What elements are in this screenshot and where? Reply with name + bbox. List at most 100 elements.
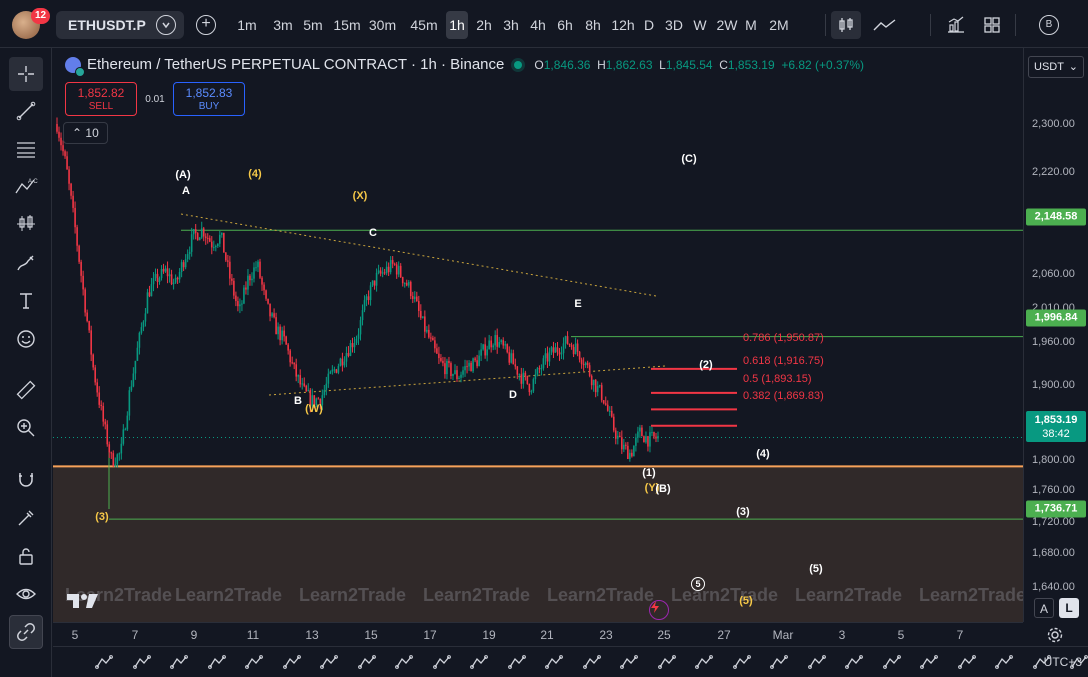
profile-badge[interactable]: B	[1038, 11, 1060, 39]
sell-button[interactable]: 1,852.82 SELL	[65, 82, 137, 116]
timeframe-W[interactable]: W	[690, 11, 710, 39]
polyline-icon[interactable]	[656, 651, 678, 673]
candle-body	[474, 358, 476, 361]
pattern-icon[interactable]	[881, 651, 903, 673]
compare-icon[interactable]	[156, 15, 176, 35]
wave-impulse-icon[interactable]	[356, 651, 378, 673]
timeframe-5m[interactable]: 5m	[299, 11, 327, 39]
timeframe-4h[interactable]: 4h	[527, 11, 549, 39]
lightning-icon[interactable]	[649, 600, 669, 620]
chart-pane[interactable]: Ethereum / TetherUS PERPETUAL CONTRACT ·…	[53, 48, 1023, 622]
timeframe-6h[interactable]: 6h	[553, 11, 577, 39]
price-range-icon[interactable]	[168, 651, 190, 673]
timeframe-2W[interactable]: 2W	[714, 11, 740, 39]
crosshair-icon[interactable]	[9, 57, 43, 91]
eye-icon[interactable]	[9, 577, 43, 611]
candle-body	[339, 358, 342, 367]
arc-icon[interactable]	[281, 651, 303, 673]
candle-body	[84, 289, 86, 313]
timeframe-2M[interactable]: 2M	[766, 11, 792, 39]
candle-body	[214, 246, 217, 248]
fib-channel-icon[interactable]	[206, 651, 228, 673]
path-icon[interactable]	[506, 651, 528, 673]
play-icon[interactable]	[918, 651, 940, 673]
long-position-icon[interactable]	[93, 651, 115, 673]
lock-drawing-icon[interactable]	[9, 501, 43, 535]
emoji-icon[interactable]	[9, 322, 43, 356]
short-position-icon[interactable]	[131, 651, 153, 673]
timeframe-D[interactable]: D	[641, 11, 657, 39]
ray-icon[interactable]	[731, 651, 753, 673]
level-tag-2148[interactable]: 2,148.58	[1026, 208, 1086, 226]
candle-body	[251, 278, 253, 281]
line-chart-icon[interactable]	[870, 11, 900, 39]
symbol-search[interactable]: ETHUSDT.P	[56, 11, 184, 39]
cross-line-icon[interactable]	[843, 651, 865, 673]
separator	[930, 14, 931, 36]
timeframe-3h[interactable]: 3h	[499, 11, 523, 39]
indicators-toggle[interactable]: ⌃ 10	[63, 122, 108, 144]
link-icon[interactable]	[9, 615, 43, 649]
buy-button[interactable]: 1,852.83 BUY	[173, 82, 245, 116]
text-tool-icon[interactable]	[9, 284, 43, 318]
horizontal-ray-icon[interactable]	[806, 651, 828, 673]
timeframe-M[interactable]: M	[741, 11, 761, 39]
timeframe-12h[interactable]: 12h	[609, 11, 637, 39]
timeframe-3D[interactable]: 3D	[663, 11, 685, 39]
candle-body	[560, 353, 563, 355]
rectangle-icon[interactable]	[693, 651, 715, 673]
horizontal-lines-icon[interactable]	[9, 132, 43, 166]
time-tick: 5	[71, 628, 79, 642]
candle-body	[76, 227, 78, 246]
currency-select[interactable]: USDT ⌄	[1028, 56, 1084, 78]
timeframe-15m[interactable]: 15m	[330, 11, 364, 39]
candles-icon[interactable]	[831, 11, 861, 39]
magnet-icon[interactable]	[9, 463, 43, 497]
ruler-icon[interactable]	[9, 373, 43, 407]
timezone-label[interactable]: UTC+3	[1044, 655, 1082, 669]
wave-abc-icon[interactable]	[431, 651, 453, 673]
chevron-down-icon: ⌄	[1068, 61, 1078, 73]
log-scale-button[interactable]: L	[1059, 598, 1079, 618]
timeframe-45m[interactable]: 45m	[404, 11, 444, 39]
zoom-icon[interactable]	[9, 411, 43, 445]
vertical-line-icon[interactable]	[768, 651, 790, 673]
timeframe-1h[interactable]: 1h	[446, 11, 468, 39]
candles-replay-icon[interactable]	[318, 651, 340, 673]
timeframe-1m[interactable]: 1m	[232, 11, 262, 39]
trend-line-icon[interactable]	[9, 94, 43, 128]
time-tick: 9	[190, 628, 198, 642]
candle-body	[464, 366, 466, 371]
price-chart[interactable]	[53, 48, 1023, 622]
cycle-icon[interactable]	[468, 651, 490, 673]
lock-icon[interactable]	[9, 539, 43, 573]
timeframe-2h[interactable]: 2h	[472, 11, 496, 39]
callout-icon[interactable]	[993, 651, 1015, 673]
wave-wxy-icon[interactable]	[581, 651, 603, 673]
layout-grid-icon[interactable]	[979, 11, 1005, 39]
auto-scale-button[interactable]: A	[1034, 598, 1054, 618]
brush-icon[interactable]	[9, 246, 43, 280]
candle-body	[225, 252, 227, 261]
candle-body	[122, 429, 125, 444]
candle-body	[347, 352, 350, 356]
wave-wxyxz-icon[interactable]	[618, 651, 640, 673]
indicators-icon[interactable]	[943, 11, 969, 39]
level-tag-1996[interactable]: 1,996.84	[1026, 309, 1086, 327]
timeframe-30m[interactable]: 30m	[365, 11, 400, 39]
time-axis[interactable]: 5 7 9 11 13 15 17 19 21 23 25 27 Mar 3 5 7	[53, 622, 1023, 646]
highlighter-icon[interactable]	[956, 651, 978, 673]
candle-body	[62, 145, 64, 152]
price-axis[interactable]: USDT ⌄ 2,300.00 2,220.00 2,060.00 2,010.…	[1023, 48, 1088, 622]
level-tag-1736[interactable]: 1,736.71	[1026, 500, 1086, 518]
forecast-icon[interactable]	[9, 207, 43, 241]
trendline-icon[interactable]	[543, 651, 565, 673]
wave-abcde-icon[interactable]	[393, 651, 415, 673]
fib-retracement-icon[interactable]	[243, 651, 265, 673]
notification-badge[interactable]: 12	[31, 8, 51, 24]
timeframe-8h[interactable]: 8h	[581, 11, 605, 39]
patterns-icon[interactable]: A C	[9, 169, 43, 203]
timeframe-3m[interactable]: 3m	[268, 11, 298, 39]
candle-body	[98, 392, 101, 405]
add-symbol-button[interactable]: +	[196, 15, 216, 35]
